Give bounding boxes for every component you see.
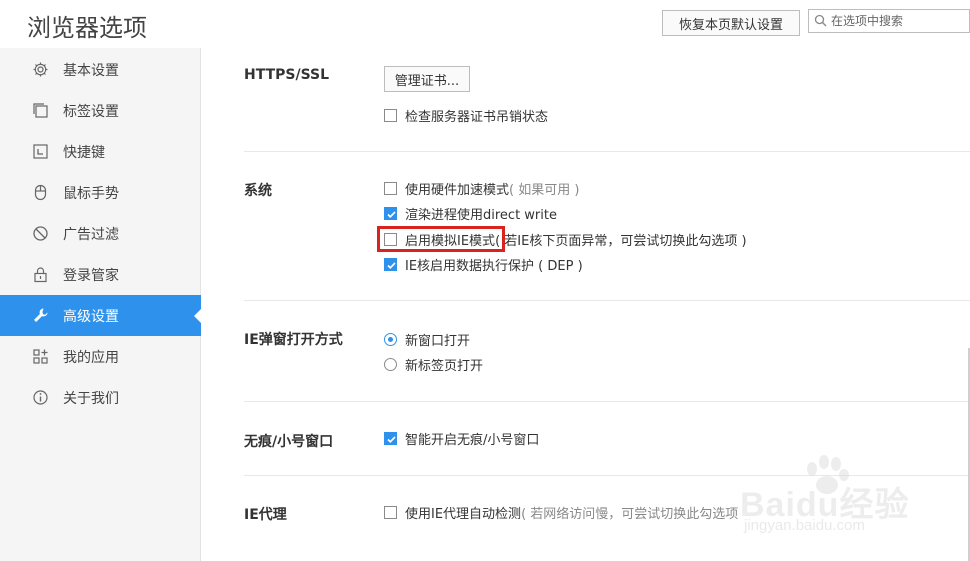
divider	[244, 151, 970, 152]
baidu-watermark: Baidu经验 jingyan.baidu.com	[740, 455, 960, 545]
apps-icon	[33, 349, 48, 364]
sidebar-item-about-us[interactable]: 关于我们	[0, 377, 201, 418]
gear-icon	[33, 62, 48, 77]
check-revocation-option[interactable]: 检查服务器证书吊销状态	[384, 105, 548, 125]
option-hint: ( 若IE核下页面异常，可尝试切换此勾选项 )	[495, 233, 747, 249]
sidebar-item-advanced-settings[interactable]: 高级设置	[0, 295, 202, 336]
search-box[interactable]	[808, 9, 970, 33]
sidebar-item-shortcuts[interactable]: 快捷键	[0, 131, 201, 172]
keyboard-icon	[33, 144, 48, 159]
wrench-icon	[34, 308, 48, 322]
smart-incognito-option[interactable]: 智能开启无痕/小号窗口	[384, 428, 539, 448]
mouse-icon	[34, 184, 47, 201]
option-label: 检查服务器证书吊销状态	[405, 109, 549, 125]
sidebar-item-label: 广告过滤	[63, 227, 119, 243]
sidebar-item-basic-settings[interactable]: 基本设置	[0, 49, 201, 90]
hardware-acceleration-option[interactable]: 使用硬件加速模式 ( 如果可用 )	[384, 178, 579, 198]
section-title-incognito: 无痕/小号窗口	[244, 434, 334, 450]
checkbox[interactable]	[384, 257, 397, 271]
option-label: 渲染进程使用direct write	[405, 207, 557, 223]
lock-icon	[34, 267, 47, 283]
check-icon	[387, 210, 396, 218]
sidebar: 基本设置 标签设置 快捷键 鼠标手势 广告过滤 登录管家 高级设置 我的应用 关…	[0, 48, 202, 561]
header: 浏览器选项 恢复本页默认设置	[0, 0, 970, 48]
option-label: IE核启用数据执行保护 ( DEP )	[405, 258, 583, 274]
sidebar-item-label: 登录管家	[63, 268, 119, 284]
sidebar-item-label: 基本设置	[63, 63, 119, 79]
option-label: 智能开启无痕/小号窗口	[405, 432, 540, 448]
option-label: 使用硬件加速模式	[405, 182, 510, 198]
restore-defaults-button[interactable]: 恢复本页默认设置	[662, 10, 800, 36]
check-icon	[387, 435, 396, 443]
sidebar-item-my-apps[interactable]: 我的应用	[0, 336, 201, 377]
sidebar-item-ad-filter[interactable]: 广告过滤	[0, 213, 201, 254]
sidebar-item-label: 快捷键	[63, 145, 105, 161]
direct-write-option[interactable]: 渲染进程使用direct write	[384, 203, 557, 223]
divider	[244, 300, 970, 301]
new-window-radio[interactable]: 新窗口打开	[384, 329, 470, 349]
sidebar-item-label: 关于我们	[63, 391, 119, 407]
manage-certificates-button[interactable]: 管理证书...	[384, 66, 470, 92]
option-hint: ( 如果可用 )	[509, 182, 580, 198]
watermark-url: jingyan.baidu.com	[744, 517, 865, 534]
search-input[interactable]	[831, 12, 967, 30]
section-title-ie-popup: IE弹窗打开方式	[244, 332, 343, 348]
checkbox[interactable]	[384, 206, 397, 220]
ie-dep-option[interactable]: IE核启用数据执行保护 ( DEP )	[384, 254, 583, 274]
divider	[244, 401, 970, 402]
section-title-ie-proxy: IE代理	[244, 507, 287, 523]
option-hint: ( 若网络访问慢，可尝试切换此勾选项	[521, 506, 739, 522]
checkbox[interactable]	[384, 505, 397, 519]
ie-proxy-auto-detect-option[interactable]: 使用IE代理自动检测 ( 若网络访问慢，可尝试切换此勾选项	[384, 502, 738, 522]
section-title-system: 系统	[244, 183, 272, 199]
sidebar-item-label: 我的应用	[63, 350, 119, 366]
option-label: 新标签页打开	[405, 358, 484, 374]
option-label: 新窗口打开	[405, 333, 471, 349]
checkbox[interactable]	[384, 431, 397, 445]
search-icon	[814, 14, 827, 27]
new-tab-radio[interactable]: 新标签页打开	[384, 354, 483, 374]
sidebar-item-label: 标签设置	[63, 104, 119, 120]
radio[interactable]	[384, 332, 397, 346]
option-label: 使用IE代理自动检测	[405, 506, 522, 522]
radio[interactable]	[384, 357, 397, 371]
tabs-icon	[33, 103, 48, 118]
checkbox[interactable]	[384, 108, 397, 122]
checkbox[interactable]	[384, 181, 397, 195]
sidebar-item-label: 鼠标手势	[63, 186, 119, 202]
sidebar-item-label: 高级设置	[63, 309, 119, 325]
highlight-box	[377, 226, 505, 252]
sidebar-item-login-manager[interactable]: 登录管家	[0, 254, 201, 295]
info-icon	[33, 390, 48, 405]
sidebar-item-tab-settings[interactable]: 标签设置	[0, 90, 201, 131]
check-icon	[387, 261, 396, 269]
section-title-https: HTTPS/SSL	[244, 67, 330, 83]
sidebar-item-mouse-gestures[interactable]: 鼠标手势	[0, 172, 201, 213]
page-title: 浏览器选项	[27, 14, 147, 42]
block-icon	[33, 226, 48, 241]
